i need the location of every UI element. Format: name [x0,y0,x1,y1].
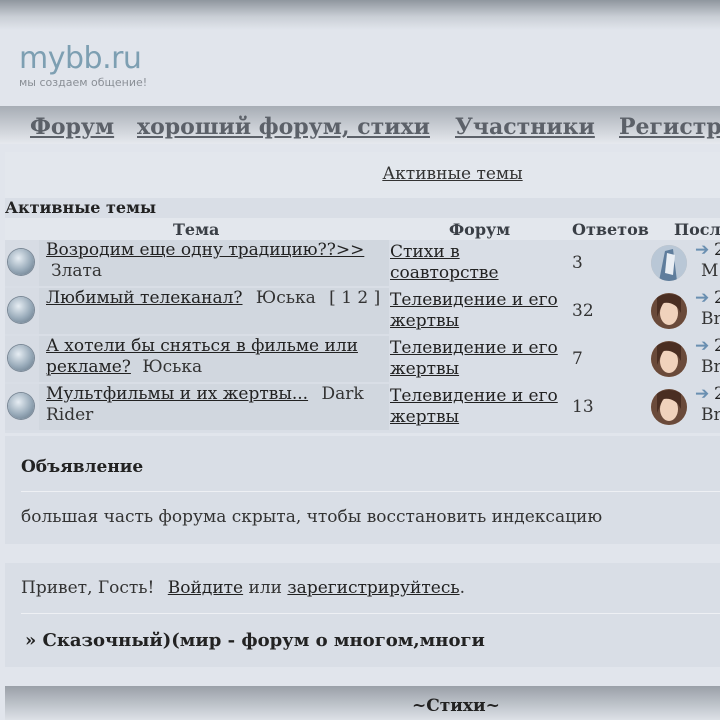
login-link[interactable]: Войдите [168,578,243,598]
active-topics-subtitle: Активные темы [5,198,157,217]
topic-line: Мультфильмы и их жертвы... Dark Rider [46,384,386,426]
table-header: Тема Форум Ответов Посл [5,218,720,240]
period: . [459,578,465,598]
last-post-arrow-icon[interactable]: ➔ [695,288,709,308]
nav-register[interactable]: Регистр [619,114,720,140]
announcement-panel: Объявление большая часть форума скрыта, … [5,436,720,544]
forum-link[interactable]: Стихи в соавторстве [390,242,570,284]
last-post-user: Br [701,405,720,425]
active-topics-link[interactable]: Активные темы [382,164,522,184]
table-row: А хотели бы сняться в фильме или рекламе… [5,336,720,382]
logo-text: mybb.ru [19,41,142,76]
topic-link[interactable]: Мультфильмы и их жертвы... [46,384,308,404]
topic-status-icon [8,345,34,371]
topic-pages[interactable]: [ 1 2 ] [329,288,380,308]
topic-line: Возродим еще одну традицию??>> Злата [46,240,386,282]
reply-count: 7 [572,349,583,369]
topic-cell: Возродим еще одну традицию??>> Злата [39,240,389,286]
active-topics-block: Активные темы Активные темы Тема Форум О… [5,152,720,433]
table-row: Мультфильмы и их жертвы... Dark Rider Те… [5,384,720,430]
active-topics-header: Активные темы [5,152,720,198]
forum-link[interactable]: Телевидение и его жертвы [390,338,570,380]
forum-link[interactable]: Телевидение и его жертвы [390,290,570,332]
avatar[interactable] [651,293,687,329]
topic-line: Любимый телеканал? Юська [ 1 2 ] [46,288,386,309]
last-post-user: M [701,261,719,281]
topic-line: А хотели бы сняться в фильме или рекламе… [46,336,386,378]
avatar[interactable] [651,389,687,425]
nav-members[interactable]: Участники [455,114,595,140]
register-link[interactable]: зарегистрируйтесь [287,578,459,598]
reply-count: 32 [572,301,594,321]
main-nav: Форум хороший форум, стихи Участники Рег… [0,106,720,144]
topic-status-cell [5,288,39,334]
topic-status-icon [8,249,34,275]
last-post-arrow-icon[interactable]: ➔ [695,336,709,356]
topic-cell: Мультфильмы и их жертвы... Dark Rider [39,384,389,430]
topic-status-icon [8,297,34,323]
divider [21,491,720,492]
last-post-arrow-icon[interactable]: ➔ [695,240,709,260]
topic-status-icon [8,393,34,419]
last-post-arrow-icon[interactable]: ➔ [695,384,709,404]
nav-forum[interactable]: Форум [30,114,114,140]
last-post-link[interactable]: 2 [714,288,720,308]
topic-link[interactable]: Возродим еще одну традицию??>> [46,240,364,260]
divider [21,613,720,614]
last-post-link[interactable]: 2 [714,384,720,404]
topic-author: Злата [51,261,103,281]
avatar[interactable] [651,341,687,377]
last-post-link[interactable]: 2 [714,240,720,260]
greeting: Привет, Гость! [21,578,155,598]
announcement-text: большая часть форума скрыта, чтобы восст… [21,507,603,527]
topic-status-cell [5,240,39,286]
welcome-line: Привет, Гость! Войдите или зарегистрируй… [21,578,465,598]
welcome-panel: Привет, Гость! Войдите или зарегистрируй… [5,563,720,667]
site-logo[interactable]: mybb.ru мы создаем общение! [19,41,148,90]
col-last: Посл [674,220,720,239]
col-forum: Форум [449,220,511,239]
topic-cell: А хотели бы сняться в фильме или рекламе… [39,336,389,382]
avatar[interactable] [651,245,687,281]
table-row: Любимый телеканал? Юська [ 1 2 ] Телевид… [5,288,720,334]
topic-status-cell [5,384,39,430]
logo-tagline: мы создаем общение! [19,76,148,89]
category-title[interactable]: ~Стихи~ [412,696,500,716]
or-text: или [248,578,282,598]
table-row: Возродим еще одну традицию??>> Злата Сти… [5,240,720,286]
col-replies: Ответов [572,220,649,239]
topic-status-cell [5,336,39,382]
reply-count: 13 [572,397,594,417]
reply-count: 3 [572,253,583,273]
forum-link[interactable]: Телевидение и его жертвы [390,386,570,428]
topic-cell: Любимый телеканал? Юська [ 1 2 ] [39,288,389,334]
announcement-title: Объявление [21,457,144,477]
nav-board-name[interactable]: хороший форум, стихи [137,114,430,140]
last-post-user: Br [701,357,720,377]
top-gradient-bar [0,0,720,30]
board-title: » Сказочный)(мир - форум о многом,многи [25,630,485,651]
category-header: ~Стихи~ [5,686,720,720]
topic-author: Юська [255,288,316,308]
last-post-link[interactable]: 2 [714,336,720,356]
topic-link[interactable]: Любимый телеканал? [46,288,243,308]
topic-author: Юська [142,357,203,377]
last-post-user: Br [701,309,720,329]
col-topic: Тема [173,220,220,239]
